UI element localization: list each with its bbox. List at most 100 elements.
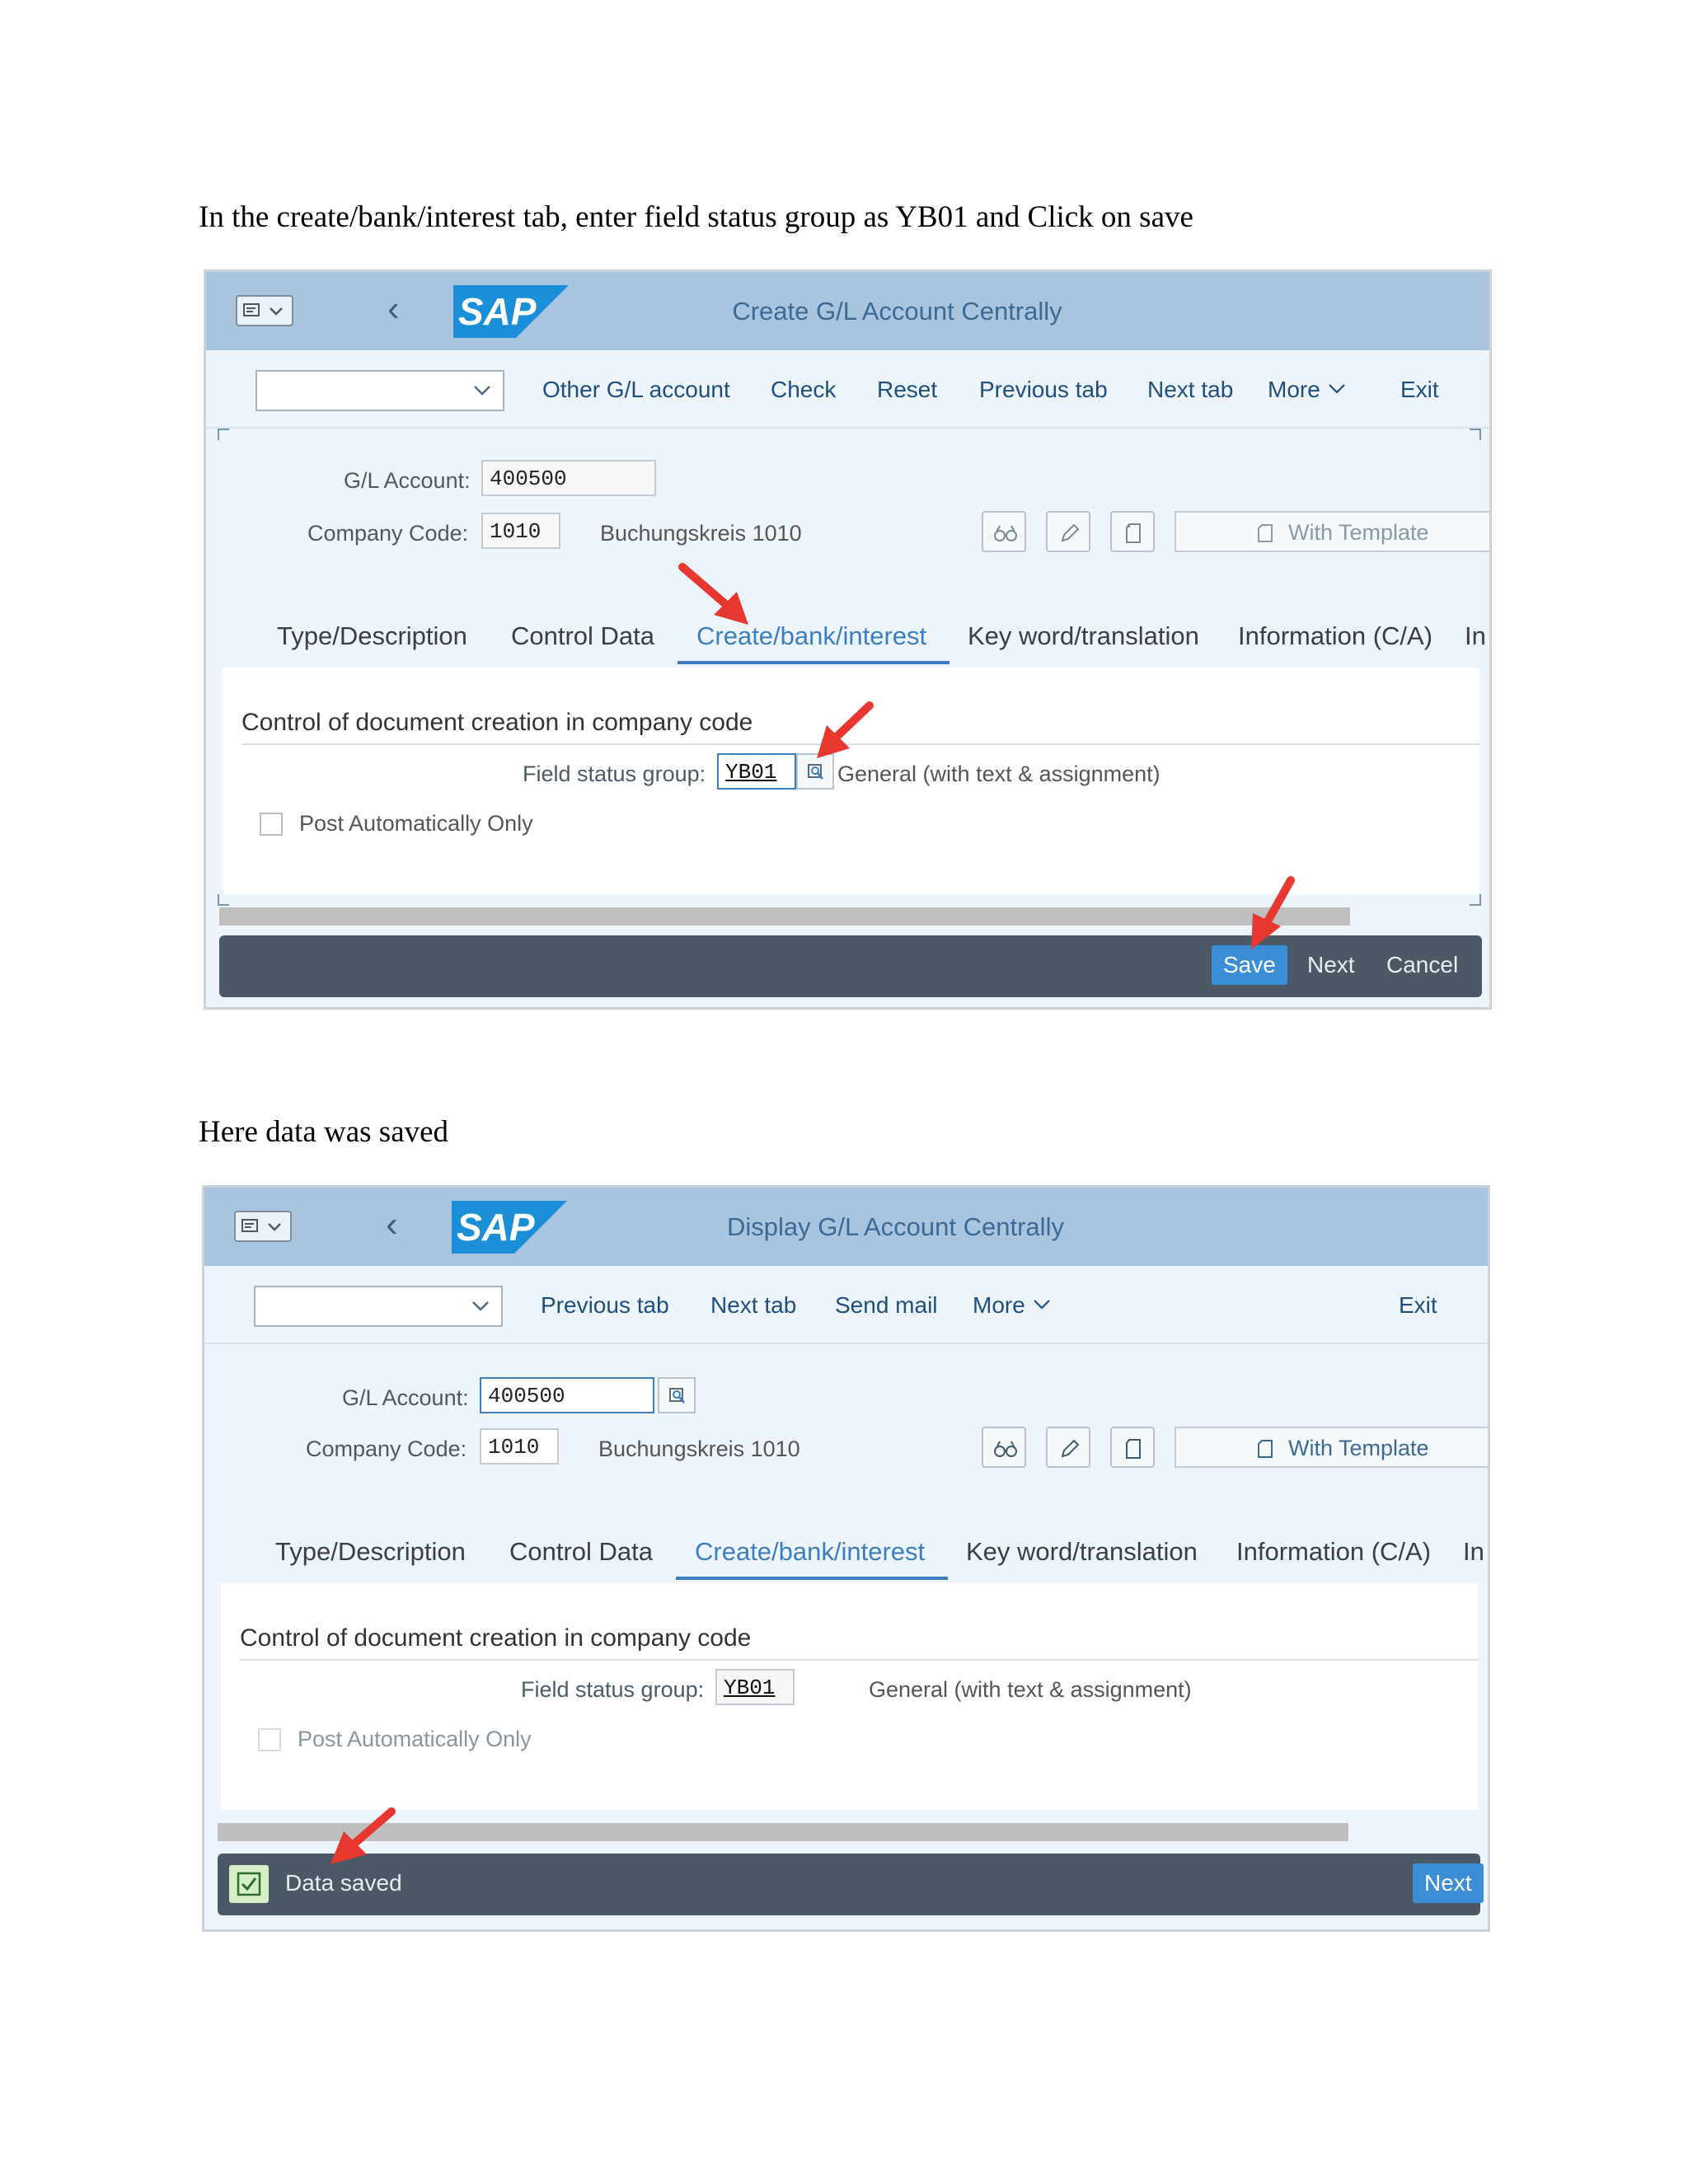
glasses-icon <box>994 525 1017 541</box>
more-button[interactable]: More <box>973 1292 1052 1319</box>
field-status-group-label: Field status group: <box>521 1677 705 1702</box>
chevron-down-icon <box>472 1301 489 1311</box>
shell-bar: ‹ SAP Create G/L Account Centrally <box>206 272 1489 350</box>
section-title: Control of document creation in company … <box>240 1624 752 1652</box>
arrow-pointer-icon <box>1251 876 1295 949</box>
reset-button[interactable]: Reset <box>877 377 937 403</box>
gl-account-value-help[interactable] <box>658 1377 696 1413</box>
previous-tab-button[interactable]: Previous tab <box>541 1292 669 1319</box>
step2-caption: Here data was saved <box>199 1115 449 1149</box>
with-template-label: With Template <box>1288 520 1429 545</box>
post-automatically-label: Post Automatically Only <box>298 1727 532 1751</box>
variant-dropdown[interactable] <box>254 1286 503 1327</box>
exit-button[interactable]: Exit <box>1399 1292 1437 1319</box>
field-status-group-label: Field status group: <box>523 762 706 786</box>
tab-overflow[interactable]: In <box>1465 621 1489 651</box>
toolbar: Previous tab Next tab Send mail More Exi… <box>204 1266 1488 1344</box>
document-icon <box>1258 1440 1273 1458</box>
post-automatically-checkbox <box>258 1728 281 1751</box>
gl-account-label: G/L Account: <box>344 468 471 493</box>
copy-button[interactable] <box>1110 511 1155 552</box>
footer-bar: Data saved Next <box>218 1854 1484 1915</box>
check-button[interactable]: Check <box>771 377 836 403</box>
variant-dropdown[interactable] <box>256 370 504 411</box>
section-divider <box>240 1659 1478 1661</box>
toolbar: Other G/L account Check Reset Previous t… <box>206 350 1489 429</box>
create-gl-account-screen: ‹ SAP Create G/L Account Centrally Other… <box>204 269 1492 1010</box>
tab-create-bank-interest[interactable]: Create/bank/interest <box>695 1537 925 1567</box>
gl-account-field[interactable]: 400500 <box>481 460 656 496</box>
corner-marker <box>1470 894 1481 906</box>
status-message: Data saved <box>285 1870 402 1896</box>
next-button[interactable]: Next <box>1307 952 1355 978</box>
shell-bar: ‹ SAP Display G/L Account Centrally <box>204 1188 1488 1266</box>
company-code-label: Company Code: <box>307 521 469 546</box>
company-code-label: Company Code: <box>306 1436 467 1461</box>
step1-caption: In the create/bank/interest tab, enter f… <box>199 200 1193 234</box>
document-icon <box>1126 523 1141 543</box>
company-code-field[interactable]: 1010 <box>481 513 560 549</box>
pencil-icon <box>1061 1439 1080 1458</box>
tab-overflow[interactable]: In <box>1463 1537 1488 1567</box>
chevron-down-icon <box>1033 1300 1050 1310</box>
next-tab-button[interactable]: Next tab <box>1147 377 1233 403</box>
active-tab-indicator <box>676 1577 948 1580</box>
page-title: Display G/L Account Centrally <box>727 1212 1064 1241</box>
more-button[interactable]: More <box>1268 377 1347 403</box>
previous-tab-button[interactable]: Previous tab <box>979 377 1108 403</box>
active-tab-indicator <box>678 661 950 664</box>
more-label: More <box>973 1292 1025 1318</box>
post-automatically-checkbox[interactable] <box>260 813 283 836</box>
edit-button[interactable] <box>1046 1427 1090 1468</box>
tab-information-ca[interactable]: Information (C/A) <box>1238 621 1432 651</box>
tab-keyword-translation[interactable]: Key word/translation <box>968 621 1199 651</box>
section-title: Control of document creation in company … <box>241 709 753 736</box>
chevron-down-icon <box>1328 384 1345 394</box>
arrow-pointer-icon <box>817 701 874 758</box>
next-button[interactable]: Next <box>1413 1863 1484 1903</box>
company-name: Buchungskreis 1010 <box>600 521 802 546</box>
corner-marker <box>218 894 229 906</box>
other-gl-account-button[interactable]: Other G/L account <box>542 377 730 403</box>
gl-account-label: G/L Account: <box>342 1385 469 1410</box>
success-icon <box>229 1865 269 1903</box>
post-automatically-label: Post Automatically Only <box>299 811 533 836</box>
company-code-field[interactable]: 1010 <box>480 1428 559 1465</box>
more-label: More <box>1268 377 1320 402</box>
tab-control-data[interactable]: Control Data <box>509 1537 653 1567</box>
chevron-down-icon <box>474 386 490 396</box>
field-status-group-field[interactable]: YB01 <box>717 753 796 790</box>
next-tab-button[interactable]: Next tab <box>710 1292 796 1319</box>
with-template-label: With Template <box>1288 1436 1429 1460</box>
gl-account-field[interactable]: 400500 <box>480 1377 654 1413</box>
horizontal-scrollbar[interactable] <box>219 907 1350 926</box>
value-help-icon <box>669 1388 685 1404</box>
field-status-description: General (with text & assignment) <box>837 762 1160 786</box>
company-name: Buchungskreis 1010 <box>598 1436 800 1461</box>
document-icon <box>1126 1439 1141 1459</box>
field-status-group-field: YB01 <box>715 1669 795 1705</box>
display-button[interactable] <box>982 1427 1026 1468</box>
document-icon <box>1258 524 1273 542</box>
tab-type-description[interactable]: Type/Description <box>277 621 467 651</box>
with-template-button[interactable]: With Template <box>1175 1427 1488 1468</box>
tab-keyword-translation[interactable]: Key word/translation <box>966 1537 1198 1567</box>
with-template-button[interactable]: With Template <box>1175 511 1489 552</box>
arrow-pointer-icon <box>331 1807 396 1864</box>
corner-marker <box>1470 429 1481 440</box>
field-status-description: General (with text & assignment) <box>869 1677 1192 1702</box>
tab-content-panel: Control of document creation in company … <box>221 1583 1478 1810</box>
copy-button[interactable] <box>1110 1427 1155 1468</box>
glasses-icon <box>994 1441 1017 1457</box>
tab-type-description[interactable]: Type/Description <box>275 1537 466 1567</box>
tab-control-data[interactable]: Control Data <box>511 621 654 651</box>
corner-marker <box>218 429 229 440</box>
tab-information-ca[interactable]: Information (C/A) <box>1236 1537 1431 1567</box>
send-mail-button[interactable]: Send mail <box>835 1292 938 1319</box>
edit-button[interactable] <box>1046 511 1090 552</box>
display-button[interactable] <box>982 511 1026 552</box>
cancel-button[interactable]: Cancel <box>1386 952 1458 978</box>
exit-button[interactable]: Exit <box>1400 377 1439 403</box>
arrow-pointer-icon <box>678 563 748 625</box>
page-title: Create G/L Account Centrally <box>732 297 1062 326</box>
